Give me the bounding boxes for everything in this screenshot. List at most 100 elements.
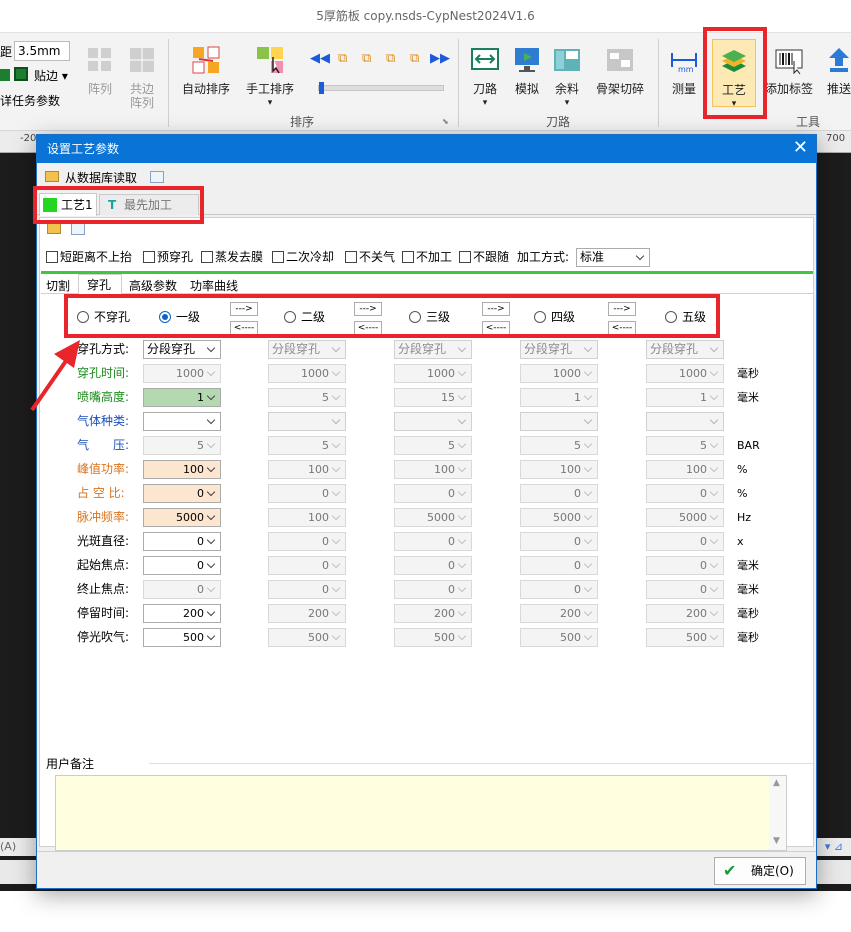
chk-no-process[interactable]: 不加工 bbox=[402, 249, 452, 265]
param-input[interactable]: 200 bbox=[143, 604, 221, 623]
frame-cut-button[interactable]: 骨架切碎 bbox=[592, 45, 648, 96]
checkbox[interactable] bbox=[272, 251, 284, 263]
checkbox[interactable] bbox=[201, 251, 213, 263]
param-input[interactable]: 100 bbox=[143, 460, 221, 479]
param-input[interactable]: 100 bbox=[646, 460, 724, 479]
param-input[interactable]: 0 bbox=[646, 532, 724, 551]
param-input[interactable]: 5000 bbox=[143, 508, 221, 527]
param-input[interactable]: 15 bbox=[394, 388, 472, 407]
param-input[interactable]: 分段穿孔 bbox=[646, 340, 724, 359]
folder-open-icon[interactable] bbox=[45, 171, 59, 182]
param-input[interactable]: 100 bbox=[520, 460, 598, 479]
param-input[interactable]: 0 bbox=[646, 556, 724, 575]
param-input[interactable]: 5 bbox=[143, 436, 221, 455]
copy-prev-button-3[interactable]: <---- bbox=[482, 321, 510, 335]
process-mode-select[interactable]: 标准 bbox=[576, 248, 650, 267]
param-input[interactable]: 0 bbox=[520, 556, 598, 575]
param-input[interactable]: 1 bbox=[646, 388, 724, 407]
copy-prev-button-4[interactable]: <---- bbox=[608, 321, 636, 335]
param-input[interactable] bbox=[520, 412, 598, 431]
process-button[interactable]: 工艺 ▾ bbox=[712, 39, 756, 109]
step-icon-2[interactable]: ⧉ bbox=[362, 51, 371, 66]
param-input[interactable]: 5 bbox=[646, 436, 724, 455]
array-button[interactable]: 阵列 bbox=[82, 45, 118, 96]
measure-button[interactable]: mm 测量 bbox=[666, 45, 702, 96]
param-input[interactable]: 0 bbox=[520, 532, 598, 551]
prev-step-icon[interactable]: ⧉ bbox=[338, 51, 347, 66]
shared-array-button[interactable]: 共边 阵列 bbox=[124, 45, 160, 110]
tab-pierce[interactable]: 穿孔 bbox=[78, 274, 122, 295]
param-input[interactable]: 200 bbox=[268, 604, 346, 623]
tab-power-curve[interactable]: 功率曲线 bbox=[190, 277, 238, 295]
chk-evaporate-film[interactable]: 蒸发去膜 bbox=[201, 249, 263, 265]
copy-next-button-2[interactable]: ---> bbox=[354, 302, 382, 316]
tab-cut[interactable]: 切割 bbox=[46, 277, 70, 295]
param-input[interactable]: 0 bbox=[143, 556, 221, 575]
copy-next-button-1[interactable]: ---> bbox=[230, 302, 258, 316]
param-input[interactable]: 0 bbox=[520, 580, 598, 599]
scroll-up-icon[interactable]: ▲ bbox=[773, 778, 780, 788]
param-input[interactable]: 500 bbox=[394, 628, 472, 647]
param-input[interactable]: 0 bbox=[268, 580, 346, 599]
notes-scrollbar[interactable]: ▲ ▼ bbox=[769, 776, 786, 850]
param-input[interactable] bbox=[646, 412, 724, 431]
user-notes-textarea[interactable] bbox=[55, 775, 787, 851]
canvas-left-scroll[interactable] bbox=[0, 860, 36, 884]
next-step-icon[interactable]: ⧉ bbox=[410, 51, 419, 66]
level-4-radio[interactable]: 四级 bbox=[534, 309, 575, 325]
param-input[interactable]: 0 bbox=[394, 556, 472, 575]
chk-no-follow[interactable]: 不跟随 bbox=[459, 249, 509, 265]
toolpath-button[interactable]: 刀路 ▾ bbox=[466, 45, 504, 110]
param-input[interactable]: 0 bbox=[394, 532, 472, 551]
param-input[interactable] bbox=[268, 412, 346, 431]
param-input[interactable]: 0 bbox=[268, 556, 346, 575]
push-button[interactable]: 推送 bbox=[822, 45, 851, 96]
param-input[interactable]: 0 bbox=[143, 532, 221, 551]
first-icon[interactable]: ◀◀ bbox=[310, 51, 330, 66]
param-input[interactable]: 1000 bbox=[394, 364, 472, 383]
param-input[interactable]: 500 bbox=[143, 628, 221, 647]
param-input[interactable]: 分段穿孔 bbox=[143, 340, 221, 359]
level-3-radio[interactable]: 三级 bbox=[409, 309, 450, 325]
param-input[interactable]: 1000 bbox=[646, 364, 724, 383]
layer-tab-priority[interactable]: T 最先加工 bbox=[99, 194, 199, 215]
simulate-button[interactable]: 模拟 bbox=[508, 45, 546, 96]
param-input[interactable]: 0 bbox=[268, 532, 346, 551]
param-input[interactable]: 100 bbox=[268, 508, 346, 527]
param-input[interactable]: 100 bbox=[394, 460, 472, 479]
param-input[interactable]: 分段穿孔 bbox=[268, 340, 346, 359]
param-input[interactable]: 5000 bbox=[394, 508, 472, 527]
param-input[interactable]: 500 bbox=[520, 628, 598, 647]
param-input[interactable]: 5 bbox=[268, 436, 346, 455]
param-input[interactable]: 分段穿孔 bbox=[520, 340, 598, 359]
chk-pre-pierce[interactable]: 预穿孔 bbox=[143, 249, 193, 265]
param-input[interactable]: 500 bbox=[268, 628, 346, 647]
param-input[interactable] bbox=[143, 412, 221, 431]
param-input[interactable]: 5 bbox=[268, 388, 346, 407]
task-params-button[interactable]: 详任务参数 bbox=[0, 92, 60, 109]
param-input[interactable]: 200 bbox=[394, 604, 472, 623]
param-input[interactable]: 5 bbox=[394, 436, 472, 455]
param-input[interactable]: 0 bbox=[646, 484, 724, 503]
tab-advanced[interactable]: 高级参数 bbox=[129, 277, 177, 295]
sort-slider-thumb[interactable] bbox=[319, 82, 324, 94]
checkbox[interactable] bbox=[143, 251, 155, 263]
spacing-input[interactable]: 3.5mm bbox=[14, 41, 70, 61]
chk-keep-gas[interactable]: 不关气 bbox=[345, 249, 395, 265]
chk-second-cooling[interactable]: 二次冷却 bbox=[272, 249, 334, 265]
read-from-db-button[interactable]: 从数据库读取 bbox=[65, 170, 137, 186]
copy-prev-button-1[interactable]: <---- bbox=[230, 321, 258, 335]
param-input[interactable] bbox=[394, 412, 472, 431]
copy-prev-button-2[interactable]: <---- bbox=[354, 321, 382, 335]
layer-open-icon[interactable] bbox=[47, 223, 61, 234]
param-input[interactable]: 1000 bbox=[268, 364, 346, 383]
copy-next-button-3[interactable]: ---> bbox=[482, 302, 510, 316]
param-input[interactable]: 1000 bbox=[143, 364, 221, 383]
canvas-right-scroll[interactable] bbox=[817, 860, 851, 884]
param-input[interactable]: 5 bbox=[520, 436, 598, 455]
ok-button[interactable]: ✔ 确定(O) bbox=[714, 857, 806, 885]
param-input[interactable]: 0 bbox=[646, 580, 724, 599]
param-input[interactable]: 500 bbox=[646, 628, 724, 647]
param-input[interactable]: 200 bbox=[520, 604, 598, 623]
remnant-button[interactable]: 余料 ▾ bbox=[548, 45, 586, 110]
